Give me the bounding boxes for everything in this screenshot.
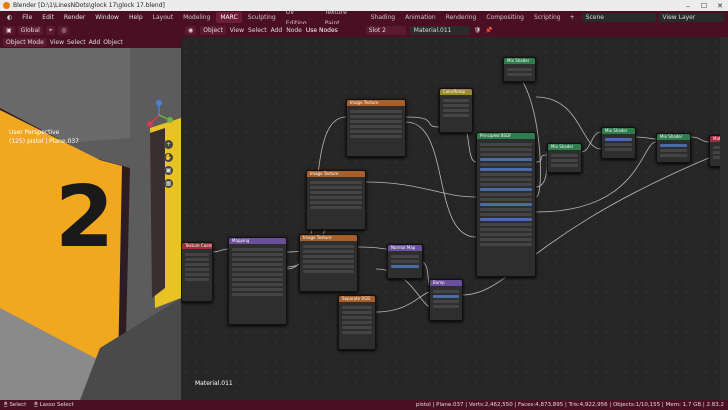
menu-help[interactable]: Help xyxy=(125,11,147,24)
shader-node-editor[interactable]: Texture Coordinate Mapping Image Texture… xyxy=(181,37,728,400)
status-lasso: Lasso Select xyxy=(39,402,74,408)
tab-rendering[interactable]: Rendering xyxy=(442,12,481,23)
sign-number: 2 xyxy=(55,168,115,267)
mode-dropdown[interactable]: Object Mode xyxy=(3,37,47,47)
close-icon[interactable]: ✕ xyxy=(712,2,728,10)
object-type-dropdown[interactable]: Object xyxy=(200,26,226,35)
tab-scripting[interactable]: Scripting xyxy=(530,12,565,23)
node-image-texture-3[interactable]: Image Texture xyxy=(299,234,358,292)
node-color-ramp[interactable]: ColorRamp xyxy=(439,88,473,133)
mouse-right-icon: 🖱 xyxy=(34,401,38,408)
proportional-icon[interactable]: ◎ xyxy=(58,25,70,35)
tab-modeling[interactable]: Modeling xyxy=(179,12,214,23)
zoom-icon[interactable]: + xyxy=(164,140,173,149)
sidebar-toggle[interactable] xyxy=(720,37,728,400)
node-principled-bsdf[interactable]: Principled BSDF xyxy=(476,132,536,277)
tab-shading[interactable]: Shading xyxy=(367,12,399,23)
maximize-icon[interactable]: ☐ xyxy=(696,2,712,10)
node-mix-shader-1[interactable]: Mix Shader xyxy=(503,57,536,82)
camera-icon[interactable]: ▣ xyxy=(164,166,173,175)
blender-menu-icon[interactable]: ◐ xyxy=(3,11,16,24)
mouse-left-icon: 🖱 xyxy=(4,401,8,408)
snap-icon[interactable]: ⌖ xyxy=(45,25,56,35)
menu-select[interactable]: Select xyxy=(248,27,267,34)
tab-layout[interactable]: Layout xyxy=(149,12,177,23)
node-bump[interactable]: Bump xyxy=(429,279,463,321)
menu-select[interactable]: Select xyxy=(67,39,86,46)
grid-icon[interactable]: ▦ xyxy=(164,179,173,188)
viewport-header: ▣ Global ⌖ ◎ Object Mode View Select Add… xyxy=(0,24,181,48)
editor-type-icon[interactable]: ◉ xyxy=(185,26,197,35)
menu-edit[interactable]: Edit xyxy=(38,11,58,24)
menu-file[interactable]: File xyxy=(18,11,36,24)
menu-view[interactable]: View xyxy=(230,27,244,34)
menu-view[interactable]: View xyxy=(50,39,64,46)
window-title: Blender [D:\1\LinesNDots\glock 17\glock … xyxy=(13,2,165,9)
menu-node[interactable]: Node xyxy=(286,27,302,34)
status-select: Select xyxy=(9,402,27,408)
blender-logo-icon xyxy=(3,2,10,9)
pan-icon[interactable]: ✋ xyxy=(164,153,173,162)
node-mix-shader-3[interactable]: Mix Shader xyxy=(601,127,636,159)
use-nodes-checkbox[interactable]: Use Nodes xyxy=(306,27,338,34)
node-title: Separate RGB xyxy=(339,296,375,302)
tab-marc[interactable]: MARC xyxy=(216,12,242,23)
menu-object[interactable]: Object xyxy=(103,39,123,46)
tab-compositing[interactable]: Compositing xyxy=(482,12,528,23)
node-mix-shader-2[interactable]: Mix Shader xyxy=(547,143,582,173)
material-name-label: Material.011 xyxy=(195,380,233,387)
node-separate-rgb[interactable]: Separate RGB xyxy=(338,295,376,350)
node-editor-header: ◉ Object View Select Add Node Use Nodes … xyxy=(181,24,728,37)
material-selector[interactable]: Material.011 xyxy=(409,26,470,35)
slot-dropdown[interactable]: Slot 2 xyxy=(365,26,406,35)
scene-statistics: pistol | Plane.037 | Verts:2,462,550 | F… xyxy=(415,402,724,408)
menu-add[interactable]: Add xyxy=(271,27,283,34)
node-image-texture-2[interactable]: Image Texture xyxy=(306,170,366,230)
view-perspective-label: User Perspective xyxy=(9,129,60,136)
view-layer-selector[interactable]: View Layer xyxy=(658,13,724,22)
object-info-label: (125) pistol | Plane.037 xyxy=(9,138,79,145)
top-menu-bar: ◐ File Edit Render Window Help Layout Mo… xyxy=(0,9,728,27)
node-mix-shader-4[interactable]: Mix Shader xyxy=(656,133,691,163)
fake-user-icon[interactable]: 🛡 xyxy=(474,27,482,34)
scene-selector[interactable]: Scene xyxy=(581,13,657,22)
node-mapping[interactable]: Mapping xyxy=(228,237,287,325)
node-normal-map[interactable]: Normal Map xyxy=(387,244,423,279)
minimize-icon[interactable]: – xyxy=(680,2,696,10)
menu-add[interactable]: Add xyxy=(89,39,101,46)
status-bar: 🖱 Select 🖱 Lasso Select pistol | Plane.0… xyxy=(0,400,728,410)
node-title: Texture Coordinate xyxy=(182,243,212,249)
3d-viewport[interactable]: 2 User Perspective (125) pistol | Plane.… xyxy=(0,48,181,400)
tab-animation[interactable]: Animation xyxy=(401,12,440,23)
tab-sculpting[interactable]: Sculpting xyxy=(244,12,280,23)
node-texture-coordinate[interactable]: Texture Coordinate xyxy=(181,242,213,302)
pin-icon[interactable]: 📌 xyxy=(485,27,492,34)
add-workspace-icon[interactable]: + xyxy=(567,14,578,21)
node-image-texture-1[interactable]: Image Texture xyxy=(346,99,406,157)
select-box-icon[interactable]: ▣ xyxy=(3,25,15,35)
menu-render[interactable]: Render xyxy=(60,11,89,24)
navigation-gizmo[interactable] xyxy=(144,100,174,130)
orientation-dropdown[interactable]: Global xyxy=(17,25,43,35)
menu-window[interactable]: Window xyxy=(91,11,123,24)
